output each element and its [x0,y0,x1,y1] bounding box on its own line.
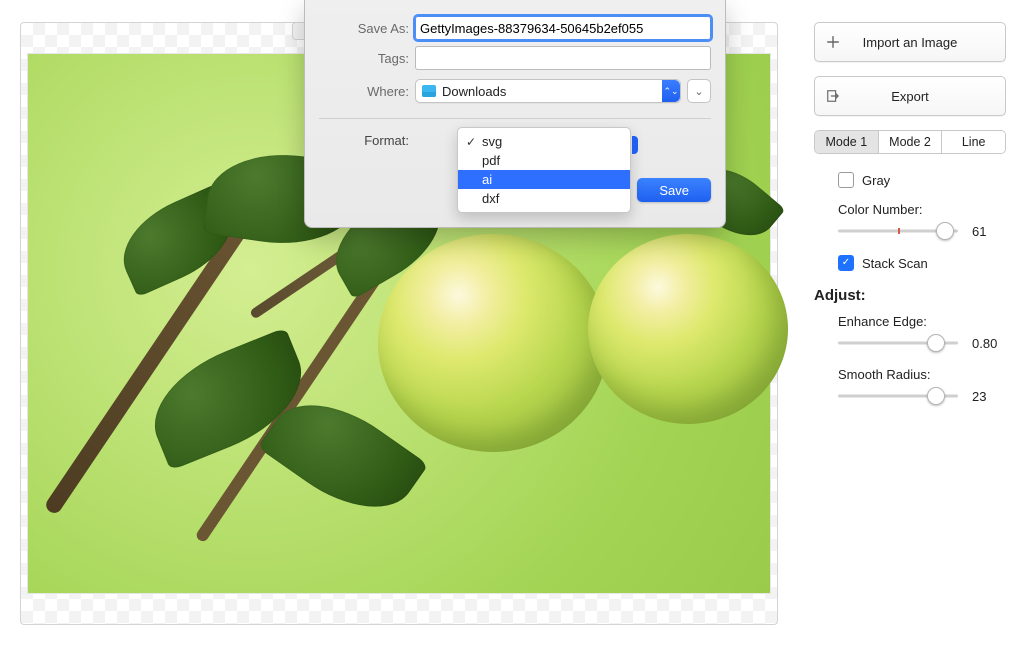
import-image-button[interactable]: Import an Image [814,22,1006,62]
smooth-radius-slider[interactable] [838,388,958,404]
plus-icon [815,35,851,49]
save-dialog: Save As: Tags: Where: Downloads ⌃⌄ ⌄ [304,0,726,228]
where-expand-button[interactable]: ⌄ [687,79,711,103]
tags-input[interactable] [415,46,711,70]
export-button[interactable]: Export [814,76,1006,116]
color-number-label: Color Number: [838,202,1006,217]
enhance-edge-slider[interactable] [838,335,958,351]
smooth-radius-value: 23 [972,389,1006,404]
color-number-slider[interactable] [838,223,958,239]
format-label: Format: [319,129,409,148]
folder-icon [422,85,436,97]
stack-scan-label: Stack Scan [862,256,928,271]
gray-checkbox[interactable] [838,172,854,188]
where-label: Where: [319,84,409,99]
format-dropdown[interactable]: ✓ svg pdf ai dxf [457,127,631,213]
save-as-label: Save As: [319,21,409,36]
mode-tab-mode-2[interactable]: Mode 2 [879,131,943,153]
stack-scan-checkbox[interactable] [838,255,854,271]
where-value: Downloads [442,84,506,99]
format-option-pdf[interactable]: pdf [458,151,630,170]
enhance-edge-value: 0.80 [972,336,1006,351]
check-icon: ✓ [466,135,476,149]
format-option-svg[interactable]: ✓ svg [458,132,630,151]
export-icon [815,89,851,103]
adjust-header: Adjust: [814,287,1006,304]
mode-tab-line[interactable]: Line [942,131,1005,153]
smooth-radius-label: Smooth Radius: [838,367,1006,382]
where-select[interactable]: Downloads ⌃⌄ [415,79,681,103]
save-as-input[interactable] [415,16,711,40]
color-number-value: 61 [972,224,1006,239]
gray-label: Gray [862,173,890,188]
enhance-edge-label: Enhance Edge: [838,314,1006,329]
tags-label: Tags: [319,51,409,66]
save-button[interactable]: Save [637,178,711,202]
format-option-label: ai [482,172,492,187]
sidebar: Import an Image Export Mode 1Mode 2Line … [792,0,1022,653]
format-option-label: dxf [482,191,499,206]
format-option-label: pdf [482,153,500,168]
where-popup-arrows-icon: ⌃⌄ [662,80,680,102]
dialog-separator [319,118,711,119]
format-option-dxf[interactable]: dxf [458,189,630,208]
mode-tab-mode-1[interactable]: Mode 1 [815,131,879,153]
format-option-ai[interactable]: ai [458,170,630,189]
mode-segmented-control[interactable]: Mode 1Mode 2Line [814,130,1006,154]
chevron-down-icon: ⌄ [694,85,703,98]
format-option-label: svg [482,134,502,149]
